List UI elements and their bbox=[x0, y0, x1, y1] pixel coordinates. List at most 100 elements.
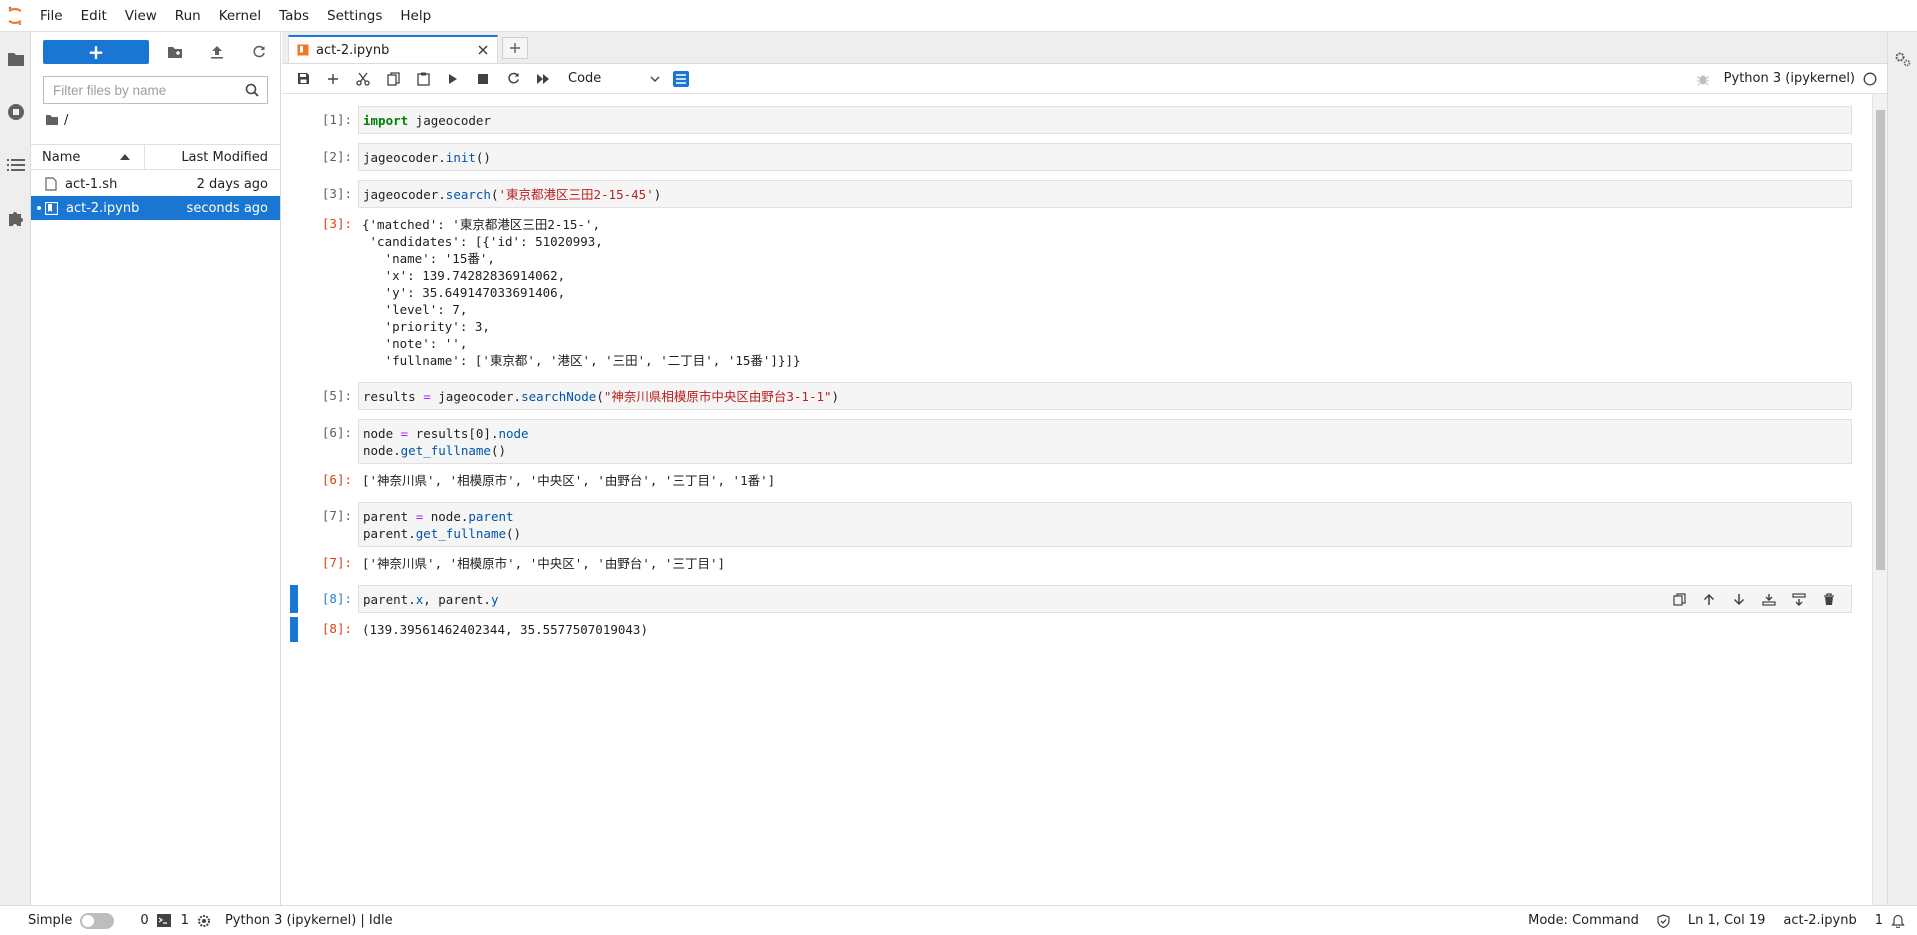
input-prompt: [7]: bbox=[321, 508, 352, 523]
cell-collapser[interactable] bbox=[290, 180, 298, 208]
cell-editor[interactable]: import jageocoder bbox=[358, 106, 1852, 134]
insert-cell-button[interactable] bbox=[318, 67, 348, 91]
output-collapser[interactable] bbox=[290, 551, 298, 576]
input-prompt: [3]: bbox=[321, 186, 352, 201]
fast-forward-icon bbox=[537, 73, 549, 84]
table-of-contents-tab[interactable] bbox=[0, 138, 31, 191]
cell-editor[interactable]: node = results[0].node node.get_fullname… bbox=[358, 419, 1852, 464]
cell-collapser[interactable] bbox=[290, 585, 298, 613]
delete-cell-button[interactable] bbox=[1814, 589, 1844, 609]
cell-editor[interactable]: jageocoder.init() bbox=[358, 143, 1852, 171]
notebook-panel: [1]: import jageocoder [2]: jageocoder.i… bbox=[282, 94, 1887, 905]
code-cell[interactable]: [6]: node = results[0].node node.get_ful… bbox=[288, 419, 1852, 464]
code-cell[interactable]: [2]: jageocoder.init() bbox=[288, 143, 1852, 171]
cell-editor[interactable]: parent.x, parent.y bbox=[358, 585, 1852, 613]
save-button[interactable] bbox=[288, 67, 318, 91]
notification-count[interactable]: 1 bbox=[1875, 913, 1905, 928]
column-header-last-modified[interactable]: Last Modified bbox=[145, 150, 280, 165]
menu-file[interactable]: File bbox=[30, 0, 72, 32]
notebook-scrollbar[interactable] bbox=[1872, 94, 1887, 905]
property-inspector-icon bbox=[673, 70, 689, 87]
left-activity-bar bbox=[0, 32, 31, 905]
menu-run[interactable]: Run bbox=[166, 0, 210, 32]
new-folder-button[interactable] bbox=[159, 40, 191, 64]
move-up-button[interactable] bbox=[1694, 589, 1724, 609]
cell-editor[interactable]: jageocoder.search('東京都港区三田2-15-45') bbox=[358, 180, 1852, 208]
restart-run-all-button[interactable] bbox=[528, 67, 558, 91]
menu-settings[interactable]: Settings bbox=[318, 0, 391, 32]
upload-button[interactable] bbox=[201, 40, 233, 64]
kernel-count[interactable]: 1 bbox=[181, 913, 211, 928]
simple-mode-switch[interactable] bbox=[80, 912, 115, 929]
tab-label: act-2.ipynb bbox=[316, 42, 390, 58]
output-collapser[interactable] bbox=[290, 468, 298, 493]
new-tab-button[interactable] bbox=[502, 37, 528, 59]
running-sessions-tab[interactable] bbox=[0, 85, 31, 138]
shield-check-icon bbox=[1657, 913, 1670, 928]
file-filter-input[interactable] bbox=[53, 82, 245, 98]
file-item[interactable]: act-1.sh 2 days ago bbox=[31, 172, 280, 196]
folder-icon[interactable] bbox=[45, 114, 59, 126]
file-modified: 2 days ago bbox=[196, 176, 268, 192]
kernel-name-button[interactable]: Python 3 (ipykernel) bbox=[1724, 71, 1855, 86]
trusted-indicator[interactable] bbox=[1657, 913, 1670, 928]
code-cell[interactable]: [7]: parent = node.parent parent.get_ful… bbox=[288, 502, 1852, 547]
debugger-bug-icon[interactable] bbox=[1696, 72, 1710, 86]
cut-button[interactable] bbox=[348, 67, 378, 91]
cell-collapser[interactable] bbox=[290, 419, 298, 464]
cell-editor[interactable]: results = jageocoder.searchNode("神奈川県相模原… bbox=[358, 382, 1852, 410]
breadcrumb-root[interactable]: / bbox=[64, 113, 68, 128]
paste-button[interactable] bbox=[408, 67, 438, 91]
cell-editor[interactable]: parent = node.parent parent.get_fullname… bbox=[358, 502, 1852, 547]
menu-edit[interactable]: Edit bbox=[72, 0, 116, 32]
output-collapser[interactable] bbox=[290, 617, 298, 642]
input-prompt: [8]: bbox=[321, 591, 352, 606]
trash-icon bbox=[1824, 592, 1834, 605]
file-browser-tab[interactable] bbox=[0, 32, 31, 85]
code-cell[interactable]: [5]: results = jageocoder.searchNode("神奈… bbox=[288, 382, 1852, 410]
close-icon[interactable] bbox=[477, 44, 489, 56]
property-inspector-tab[interactable] bbox=[1888, 32, 1917, 85]
menu-kernel[interactable]: Kernel bbox=[210, 0, 270, 32]
code-cell[interactable]: [1]: import jageocoder bbox=[288, 106, 1852, 134]
property-inspector-button[interactable] bbox=[666, 67, 696, 91]
refresh-button[interactable] bbox=[243, 40, 275, 64]
restart-button[interactable] bbox=[498, 67, 528, 91]
save-icon bbox=[297, 73, 309, 84]
run-button[interactable] bbox=[438, 67, 468, 91]
scissors-icon bbox=[356, 72, 370, 86]
menu-tabs[interactable]: Tabs bbox=[270, 0, 318, 32]
running-indicator bbox=[37, 206, 41, 210]
cursor-position[interactable]: Ln 1, Col 19 bbox=[1688, 913, 1765, 928]
cell-collapser[interactable] bbox=[290, 382, 298, 410]
cell-type-select[interactable]: Code bbox=[568, 71, 660, 86]
copy-button[interactable] bbox=[378, 67, 408, 91]
simple-mode-toggle[interactable]: Simple bbox=[28, 912, 115, 929]
input-prompt: [2]: bbox=[321, 149, 352, 164]
bell-icon bbox=[1891, 914, 1905, 928]
cell-collapser[interactable] bbox=[290, 143, 298, 171]
tab-act-2-ipynb[interactable]: act-2.ipynb bbox=[288, 35, 498, 63]
insert-above-button[interactable] bbox=[1754, 589, 1784, 609]
code-cell-active[interactable]: [8]: parent.x, parent.y bbox=[288, 585, 1852, 613]
insert-below-icon bbox=[1792, 592, 1806, 606]
menu-help[interactable]: Help bbox=[391, 0, 440, 32]
move-down-button[interactable] bbox=[1724, 589, 1754, 609]
scrollbar-thumb[interactable] bbox=[1876, 110, 1885, 570]
duplicate-cell-button[interactable] bbox=[1664, 589, 1694, 609]
file-item[interactable]: act-2.ipynb seconds ago bbox=[31, 196, 280, 220]
code-cell[interactable]: [3]: jageocoder.search('東京都港区三田2-15-45') bbox=[288, 180, 1852, 208]
insert-below-button[interactable] bbox=[1784, 589, 1814, 609]
terminal-count[interactable]: 0 bbox=[140, 913, 171, 928]
cell-collapser[interactable] bbox=[290, 106, 298, 134]
menu-view[interactable]: View bbox=[116, 0, 166, 32]
extension-manager-tab[interactable] bbox=[0, 191, 31, 244]
kernel-status[interactable]: Python 3 (ipykernel) | Idle bbox=[225, 913, 393, 928]
column-header-name[interactable]: Name bbox=[31, 145, 145, 169]
kernel-area: Python 3 (ipykernel) bbox=[1696, 71, 1887, 86]
cell-collapser[interactable] bbox=[290, 502, 298, 547]
output-collapser[interactable] bbox=[290, 212, 298, 373]
terminal-icon bbox=[156, 914, 171, 927]
new-launcher-button[interactable]: + bbox=[43, 40, 149, 64]
interrupt-button[interactable] bbox=[468, 67, 498, 91]
